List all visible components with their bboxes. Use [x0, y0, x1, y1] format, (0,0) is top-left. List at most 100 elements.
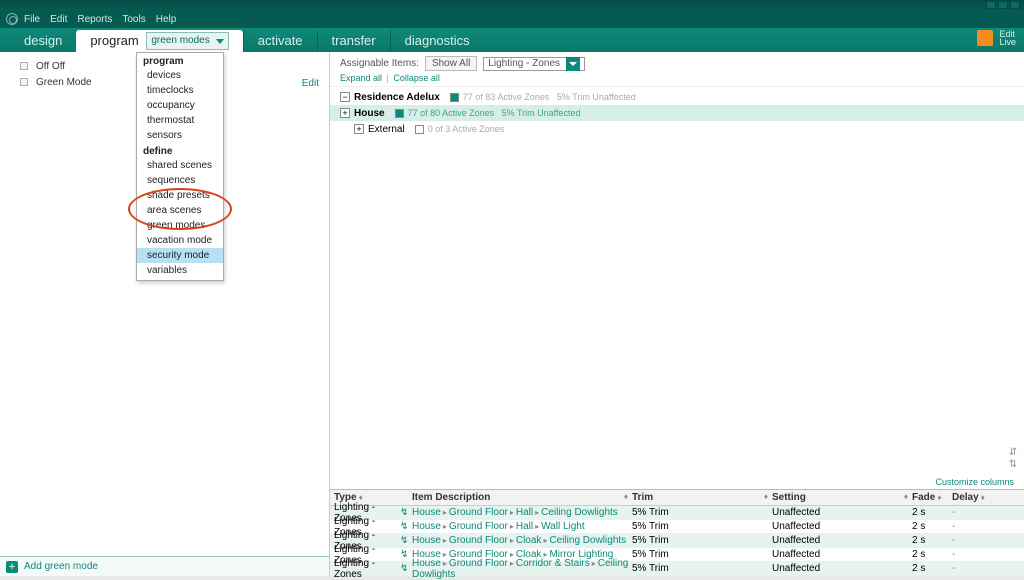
grid-header: Type♦ Item Description♦ Trim♦ Setting♦ F… — [330, 490, 1024, 506]
left-footer: + Add green mode — [0, 556, 329, 576]
zone-tree: − Residence Adelux 77 of 83 Active Zones… — [330, 87, 1024, 139]
zone-icon: ↯ — [400, 535, 412, 546]
live-feed-icon[interactable] — [977, 30, 993, 46]
window-min-button[interactable] — [986, 1, 996, 9]
tab-transfer[interactable]: transfer — [317, 30, 390, 52]
table-row[interactable]: Lighting - Zones↯House▸Ground Floor▸Hall… — [330, 506, 1024, 520]
zone-icon: ↯ — [400, 549, 412, 560]
header-live-label[interactable]: Live — [999, 38, 1016, 46]
col-trim[interactable]: Trim♦ — [632, 492, 772, 503]
sort-icon[interactable]: ♦ — [624, 492, 628, 501]
sort-icon[interactable]: ♦ — [981, 493, 985, 502]
col-description[interactable]: Item Description♦ — [412, 492, 632, 503]
cell-description[interactable]: House▸Ground Floor▸Cloak▸Ceiling Dowligh… — [412, 535, 632, 546]
expand-icon[interactable] — [20, 62, 28, 70]
tree-node-status: 77 of 80 Active Zones 5% Trim Unaffected — [408, 108, 581, 118]
checkbox-icon[interactable] — [450, 93, 459, 102]
program-dropdown-menu[interactable]: program devices timeclocks occupancy the… — [136, 52, 224, 281]
add-green-mode-link[interactable]: Add green mode — [24, 561, 98, 572]
cell-description[interactable]: House▸Ground Floor▸Hall▸Wall Light — [412, 521, 632, 532]
right-panel: Assignable Items: Show All Lighting - Zo… — [330, 52, 1024, 576]
menu-edit[interactable]: Edit — [50, 14, 67, 25]
dropdown-item-shared-scenes[interactable]: shared scenes — [137, 158, 223, 173]
dropdown-item-security-mode[interactable]: security mode — [137, 248, 223, 263]
cell-delay: - — [952, 549, 988, 560]
tree-node-label: External — [368, 124, 405, 135]
window-max-button[interactable] — [998, 1, 1008, 9]
item-type-select[interactable]: Lighting - Zones — [483, 57, 585, 71]
dropdown-item-green-modes[interactable]: green modes — [137, 218, 223, 233]
cell-fade: 2 s — [912, 535, 952, 546]
cell-fade: 2 s — [912, 549, 952, 560]
show-all-button[interactable]: Show All — [425, 56, 477, 71]
expand-all-link[interactable]: Expand all — [340, 73, 382, 83]
item-type-select-label: Lighting - Zones — [488, 58, 560, 69]
cell-delay: - — [952, 535, 988, 546]
collapse-icon[interactable]: − — [340, 92, 350, 102]
table-row[interactable]: Lighting - Zones↯House▸Ground Floor▸Corr… — [330, 562, 1024, 576]
edit-link[interactable]: Edit — [302, 78, 319, 89]
tree-node-house[interactable]: + House 77 of 80 Active Zones 5% Trim Un… — [330, 105, 1024, 121]
table-row[interactable]: Lighting - Zones↯House▸Ground Floor▸Cloa… — [330, 534, 1024, 548]
cell-delay: - — [952, 563, 988, 574]
tab-design[interactable]: design — [10, 30, 76, 52]
tab-program[interactable]: program green modes — [76, 30, 242, 52]
right-header: Assignable Items: Show All Lighting - Zo… — [330, 52, 1024, 87]
sort-icon[interactable]: ♦ — [937, 493, 941, 502]
menu-file[interactable]: File — [24, 14, 40, 25]
checkbox-icon[interactable] — [415, 125, 424, 134]
tree-node-residence[interactable]: − Residence Adelux 77 of 83 Active Zones… — [340, 89, 1014, 105]
dropdown-item-thermostat[interactable]: thermostat — [137, 113, 223, 128]
dropdown-item-devices[interactable]: devices — [137, 68, 223, 83]
dropdown-item-occupancy[interactable]: occupancy — [137, 98, 223, 113]
cell-setting: Unaffected — [772, 535, 912, 546]
cell-delay: - — [952, 521, 988, 532]
tree-node-label: Residence Adelux — [354, 92, 440, 103]
cell-fade: 2 s — [912, 563, 952, 574]
cell-description[interactable]: House▸Ground Floor▸Hall▸Ceiling Dowlight… — [412, 507, 632, 518]
customize-columns-link[interactable]: Customize columns — [935, 477, 1014, 487]
expand-icon[interactable]: + — [340, 108, 350, 118]
tab-program-label: program — [90, 33, 138, 48]
window-close-button[interactable] — [1010, 1, 1020, 9]
left-panel: Off Off Green Mode Edit program devices … — [0, 52, 330, 576]
tab-activate[interactable]: activate — [243, 30, 317, 52]
dropdown-item-vacation-mode[interactable]: vacation mode — [137, 233, 223, 248]
col-setting[interactable]: Setting♦ — [772, 492, 912, 503]
col-fade[interactable]: Fade♦ — [912, 492, 952, 503]
cell-trim: 5% Trim — [632, 563, 772, 574]
program-subselect[interactable]: green modes — [146, 32, 228, 50]
expand-icon[interactable] — [20, 78, 28, 86]
cell-description[interactable]: House▸Ground Floor▸Corridor & Stairs▸Cei… — [412, 558, 632, 580]
tree-node-status: 77 of 83 Active Zones 5% Trim Unaffected — [463, 92, 636, 102]
table-row[interactable]: Lighting - Zones↯House▸Ground Floor▸Hall… — [330, 520, 1024, 534]
dropdown-item-shade-presets[interactable]: shade presets — [137, 188, 223, 203]
tree-node-status: 0 of 3 Active Zones — [428, 124, 505, 134]
collapse-all-link[interactable]: Collapse all — [393, 73, 440, 83]
move-up-icon[interactable]: ⇵ — [1008, 447, 1018, 457]
cell-trim: 5% Trim — [632, 535, 772, 546]
dropdown-item-sequences[interactable]: sequences — [137, 173, 223, 188]
main-tabstrip: design program green modes activate tran… — [0, 28, 1024, 52]
menu-reports[interactable]: Reports — [77, 14, 112, 25]
tree-node-external[interactable]: + External 0 of 3 Active Zones — [340, 121, 1014, 137]
expand-icon[interactable]: + — [354, 124, 364, 134]
dropdown-item-variables[interactable]: variables — [137, 263, 223, 278]
dropdown-item-sensors[interactable]: sensors — [137, 128, 223, 143]
program-subselect-label: green modes — [151, 30, 209, 52]
checkbox-icon[interactable] — [395, 109, 404, 118]
tab-diagnostics[interactable]: diagnostics — [390, 30, 484, 52]
menu-tools[interactable]: Tools — [122, 14, 145, 25]
menubar: File Edit Reports Tools Help — [0, 10, 1024, 28]
dropdown-item-area-scenes[interactable]: area scenes — [137, 203, 223, 218]
plus-icon[interactable]: + — [6, 561, 18, 573]
col-delay[interactable]: Delay♦ — [952, 492, 988, 503]
sort-icon[interactable]: ♦ — [764, 492, 768, 501]
dropdown-item-timeclocks[interactable]: timeclocks — [137, 83, 223, 98]
zone-icon: ↯ — [400, 521, 412, 532]
move-down-icon[interactable]: ⇅ — [1008, 459, 1018, 469]
sort-icon[interactable]: ♦ — [904, 492, 908, 501]
cell-delay: - — [952, 507, 988, 518]
cell-trim: 5% Trim — [632, 549, 772, 560]
menu-help[interactable]: Help — [156, 14, 177, 25]
